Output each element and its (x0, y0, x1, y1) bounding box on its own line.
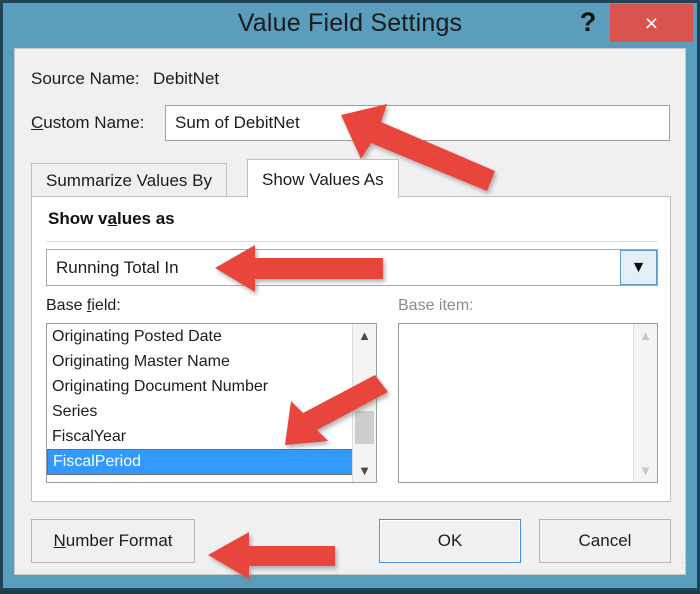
cancel-button[interactable]: Cancel (539, 519, 671, 563)
scroll-down-icon[interactable]: ▼ (353, 459, 376, 482)
list-item-selected[interactable]: FiscalPeriod (47, 449, 354, 475)
title-bar[interactable]: Value Field Settings ? × (3, 3, 697, 48)
show-values-as-panel: Show values as Running Total In ▼ Base f… (31, 196, 671, 502)
scrollbar-thumb[interactable] (355, 411, 374, 444)
base-field-listbox[interactable]: Originating Posted Date Originating Mast… (46, 323, 377, 483)
custom-name-input[interactable]: Sum of DebitNet (165, 105, 670, 141)
chevron-down-icon[interactable]: ▼ (620, 250, 657, 285)
list-item[interactable]: Series (47, 399, 354, 424)
dialog-body: Source Name: DebitNet Custom Name: Sum o… (14, 48, 686, 575)
list-item[interactable]: Originating Document Number (47, 374, 354, 399)
tab-show-values-as[interactable]: Show Values As (247, 159, 399, 198)
base-item-listbox: ▲ ▼ (398, 323, 658, 483)
close-button[interactable]: × (610, 4, 693, 42)
base-field-items: Originating Posted Date Originating Mast… (47, 324, 354, 475)
help-icon[interactable]: ? (575, 5, 601, 39)
heading-divider (46, 241, 658, 242)
base-field-scrollbar[interactable]: ▲ ▼ (352, 324, 376, 482)
show-values-as-value: Running Total In (56, 258, 179, 277)
scroll-up-icon[interactable]: ▲ (353, 324, 376, 347)
show-values-as-heading: Show values as (48, 209, 175, 228)
tab-strip: Summarize Values By Show Values As (31, 159, 671, 198)
number-format-button[interactable]: Number Format (31, 519, 195, 563)
ok-button[interactable]: OK (379, 519, 521, 563)
list-item[interactable]: FiscalYear (47, 424, 354, 449)
value-field-settings-dialog: Value Field Settings ? × Source Name: De… (0, 0, 700, 591)
custom-name-label: Custom Name: (31, 113, 145, 132)
show-values-as-combobox[interactable]: Running Total In ▼ (46, 249, 658, 286)
base-item-label: Base item: (398, 297, 474, 314)
resize-grip[interactable] (666, 555, 683, 572)
base-field-label: Base field: (46, 297, 121, 314)
source-name-value: DebitNet (153, 69, 220, 88)
list-item[interactable]: Originating Posted Date (47, 324, 354, 349)
list-item[interactable]: Originating Master Name (47, 349, 354, 374)
tab-summarize-values-by[interactable]: Summarize Values By (31, 163, 227, 197)
base-item-scrollbar: ▲ ▼ (633, 324, 657, 482)
source-name-label: Source Name: (31, 69, 140, 88)
scroll-down-icon: ▼ (639, 463, 652, 478)
scroll-up-icon: ▲ (639, 328, 652, 343)
